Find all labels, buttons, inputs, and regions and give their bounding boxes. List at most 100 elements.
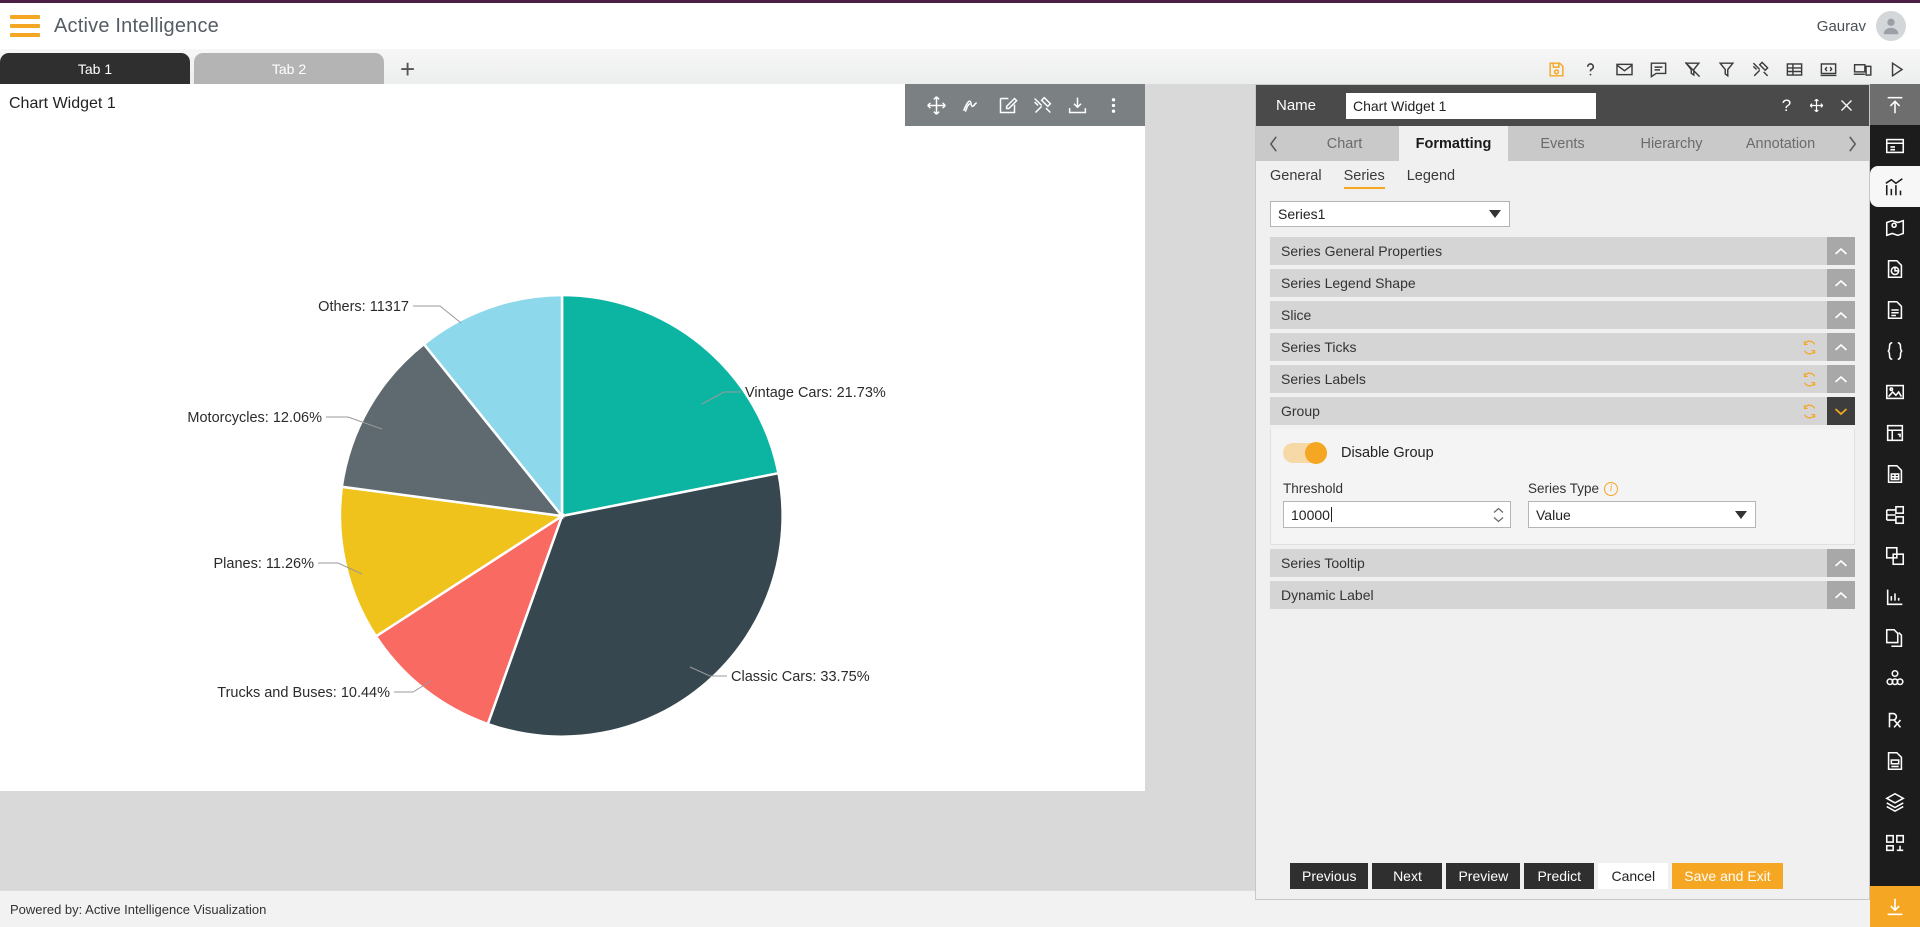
edit-icon[interactable]: [996, 94, 1018, 116]
cancel-button[interactable]: Cancel: [1598, 863, 1669, 889]
chevron-down-icon: [1735, 510, 1747, 519]
filter-icon[interactable]: [1716, 59, 1736, 79]
group-fields-row: Threshold 10000 Series Type i Value: [1283, 481, 1842, 528]
prescription-icon[interactable]: [1870, 699, 1920, 740]
chevron-right-icon[interactable]: [1835, 126, 1869, 161]
refresh-icon[interactable]: [1802, 372, 1817, 387]
tools-icon[interactable]: [1750, 59, 1770, 79]
chart-widget[interactable]: Chart Widget 1 Vintage Cars: 21.73% Clas…: [0, 84, 1145, 791]
chevron-up-icon[interactable]: [1827, 549, 1855, 577]
accordion-group[interactable]: Group: [1270, 397, 1855, 425]
tab-events[interactable]: Events: [1508, 126, 1617, 161]
accordion-series-labels[interactable]: Series Labels: [1270, 365, 1855, 393]
accordion-slice[interactable]: Slice: [1270, 301, 1855, 329]
subtab-series[interactable]: Series: [1343, 168, 1385, 189]
disable-group-toggle[interactable]: [1283, 442, 1327, 464]
info-icon[interactable]: i: [1604, 481, 1619, 496]
file-script-icon[interactable]: [1870, 740, 1920, 781]
spreadsheet-icon[interactable]: [1870, 453, 1920, 494]
cubes-icon[interactable]: [1870, 658, 1920, 699]
chevron-up-icon[interactable]: [1827, 237, 1855, 265]
chevron-left-icon[interactable]: [1256, 126, 1290, 161]
mail-icon[interactable]: [1614, 59, 1634, 79]
chevron-up-icon[interactable]: [1827, 301, 1855, 329]
report-pie-icon[interactable]: [1870, 248, 1920, 289]
tab-chart[interactable]: Chart: [1290, 126, 1399, 161]
next-button[interactable]: Next: [1372, 863, 1443, 889]
pie-chart[interactable]: Vintage Cars: 21.73% Classic Cars: 33.75…: [0, 120, 1145, 791]
chevron-down-icon[interactable]: [1827, 397, 1855, 425]
accordion-dynamic-label[interactable]: Dynamic Label: [1270, 581, 1855, 609]
tab-formatting[interactable]: Formatting: [1399, 126, 1508, 161]
widget-name-input[interactable]: [1346, 92, 1596, 119]
table-icon[interactable]: [1784, 59, 1804, 79]
layers-icon[interactable]: [1870, 781, 1920, 822]
help-icon[interactable]: [1580, 59, 1600, 79]
file-copy-icon[interactable]: [1870, 617, 1920, 658]
threshold-input[interactable]: 10000: [1283, 501, 1511, 528]
subtab-legend[interactable]: Legend: [1407, 168, 1455, 189]
preview-button[interactable]: Preview: [1446, 863, 1521, 889]
accordion-title: Series Tooltip: [1281, 555, 1365, 571]
move-icon[interactable]: [1808, 97, 1825, 114]
chevron-down-icon: [1489, 210, 1501, 218]
refresh-icon[interactable]: [1802, 340, 1817, 355]
device-icon[interactable]: [1852, 59, 1872, 79]
series-select[interactable]: Series1: [1270, 201, 1510, 227]
chevron-up-icon[interactable]: [1827, 333, 1855, 361]
hamburger-icon[interactable]: [10, 15, 40, 37]
series-type-select[interactable]: Value: [1528, 501, 1756, 528]
close-icon[interactable]: [1838, 97, 1855, 114]
properties-panel: Name ? Chart Formatting Events: [1255, 84, 1870, 900]
download-icon[interactable]: [1870, 886, 1920, 927]
comment-icon[interactable]: [1648, 59, 1668, 79]
widget-icon[interactable]: [1870, 412, 1920, 453]
braces-icon[interactable]: [1870, 330, 1920, 371]
chevron-up-icon[interactable]: [1827, 365, 1855, 393]
chart-icon[interactable]: [1870, 166, 1920, 207]
user-avatar-icon[interactable]: [1876, 11, 1906, 41]
tools-icon[interactable]: [1032, 94, 1054, 116]
accordion-series-tooltip[interactable]: Series Tooltip: [1270, 549, 1855, 577]
refresh-icon[interactable]: [1802, 404, 1817, 419]
panel-subtabs: General Series Legend: [1256, 161, 1869, 195]
save-and-exit-button[interactable]: Save and Exit: [1672, 863, 1783, 889]
previous-button[interactable]: Previous: [1290, 863, 1369, 889]
download-icon[interactable]: [1067, 94, 1089, 116]
image-icon[interactable]: [1870, 371, 1920, 412]
play-icon[interactable]: [1886, 59, 1906, 79]
copy-icon[interactable]: [1870, 535, 1920, 576]
chevron-up-icon[interactable]: [1827, 269, 1855, 297]
map-icon[interactable]: [1870, 207, 1920, 248]
tab-annotation[interactable]: Annotation: [1726, 126, 1835, 161]
quantity-stepper[interactable]: [1493, 507, 1504, 523]
dashboard-icon[interactable]: [1870, 125, 1920, 166]
move-icon[interactable]: [926, 94, 948, 116]
predict-button[interactable]: Predict: [1524, 863, 1595, 889]
add-tab-button[interactable]: +: [400, 56, 415, 82]
pie-chart-svg: Vintage Cars: 21.73% Classic Cars: 33.75…: [187, 293, 886, 738]
chevron-up-icon[interactable]: [1827, 581, 1855, 609]
flow-icon[interactable]: [1870, 494, 1920, 535]
scribble-icon[interactable]: [961, 94, 983, 116]
tab-hierarchy[interactable]: Hierarchy: [1617, 126, 1726, 161]
save-icon[interactable]: [1546, 59, 1566, 79]
collapse-up-icon[interactable]: [1870, 84, 1920, 125]
document-icon[interactable]: [1870, 289, 1920, 330]
panel-header: Name ?: [1256, 85, 1869, 126]
subtab-general[interactable]: General: [1270, 168, 1322, 189]
accordion-title: Dynamic Label: [1281, 587, 1374, 603]
more-vertical-icon[interactable]: [1102, 94, 1124, 116]
accordion-series-ticks[interactable]: Series Ticks: [1270, 333, 1855, 361]
user-name: Gaurav: [1816, 17, 1866, 35]
grid-icon[interactable]: [1870, 822, 1920, 863]
tab-2[interactable]: Tab 2: [194, 53, 384, 84]
tab-1[interactable]: Tab 1: [0, 53, 190, 84]
accordion-series-general-properties[interactable]: Series General Properties: [1270, 237, 1855, 265]
sparkline-icon[interactable]: [1870, 576, 1920, 617]
help-icon[interactable]: ?: [1778, 96, 1795, 115]
dashboard-canvas: Chart Widget 1 Vintage Cars: 21.73% Clas…: [0, 84, 1255, 890]
code-icon[interactable]: [1818, 59, 1838, 79]
filter-off-icon[interactable]: [1682, 59, 1702, 79]
accordion-series-legend-shape[interactable]: Series Legend Shape: [1270, 269, 1855, 297]
